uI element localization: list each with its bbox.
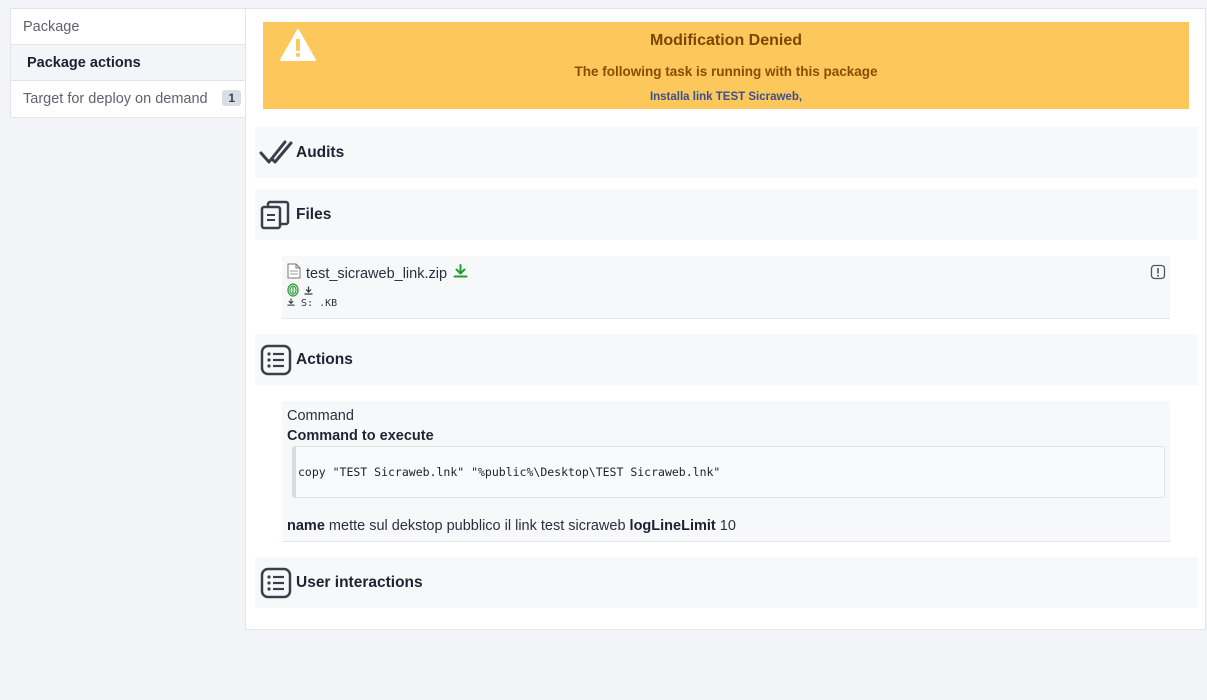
alert-message: The following task is running with this … — [574, 64, 878, 79]
file-info-icon[interactable] — [1150, 264, 1166, 285]
sidebar-nav: Package Package actions Target for deplo… — [10, 8, 246, 118]
document-icon — [287, 263, 301, 284]
sidebar-item-label: Package actions — [27, 54, 141, 71]
file-item: test_sicraweb_link.zip S: .KB — [282, 256, 1170, 319]
running-task-link[interactable]: Installa link TEST Sicraweb, — [263, 91, 1189, 103]
section-title: Audits — [296, 143, 345, 161]
section-user-interactions[interactable]: User interactions — [255, 557, 1198, 608]
section-actions[interactable]: Actions — [255, 334, 1198, 385]
param-name-label: name — [287, 518, 325, 534]
sidebar-item-target-deploy[interactable]: Target for deploy on demand 1 — [11, 81, 245, 117]
file-name: test_sicraweb_link.zip — [306, 265, 448, 282]
command-title: Command to execute — [287, 428, 434, 444]
size-download-icon — [287, 298, 301, 309]
files-icon — [258, 197, 294, 233]
list-icon — [258, 342, 294, 378]
section-files[interactable]: Files — [255, 189, 1198, 240]
section-audits[interactable]: Audits — [255, 127, 1198, 178]
modification-denied-alert: Modification Denied The following task i… — [263, 22, 1189, 109]
param-loglimit-label: logLineLimit — [629, 518, 716, 534]
command-code-block: copy "TEST Sicraweb.lnk" "%public%\Deskt… — [292, 446, 1165, 498]
alert-title: Modification Denied — [650, 32, 802, 49]
section-title: User interactions — [296, 573, 423, 591]
section-title: Actions — [296, 350, 353, 368]
file-size: S: .KB — [287, 298, 337, 309]
action-item: Command Command to execute copy "TEST Si… — [282, 401, 1170, 542]
action-params: name mette sul dekstop pubblico il link … — [287, 518, 736, 534]
main-panel: Modification Denied The following task i… — [245, 8, 1206, 630]
count-badge: 1 — [222, 90, 241, 106]
file-size-text: S: .KB — [301, 298, 338, 309]
action-type: Command — [287, 408, 354, 424]
sidebar-item-label: Target for deploy on demand — [23, 91, 208, 107]
section-title: Files — [296, 205, 332, 223]
command-text: copy "TEST Sicraweb.lnk" "%public%\Deskt… — [298, 465, 721, 479]
double-check-icon — [258, 135, 294, 171]
sidebar-item-package-actions[interactable]: Package actions — [11, 45, 245, 81]
sidebar-item-package[interactable]: Package — [11, 9, 245, 45]
sidebar-item-label: Package — [23, 18, 80, 35]
param-name-value: mette sul dekstop pubblico il link test … — [328, 518, 626, 534]
list-icon — [258, 565, 294, 601]
download-icon[interactable] — [453, 264, 468, 283]
small-download-icon[interactable] — [304, 286, 313, 298]
param-loglimit-value: 10 — [719, 518, 736, 534]
